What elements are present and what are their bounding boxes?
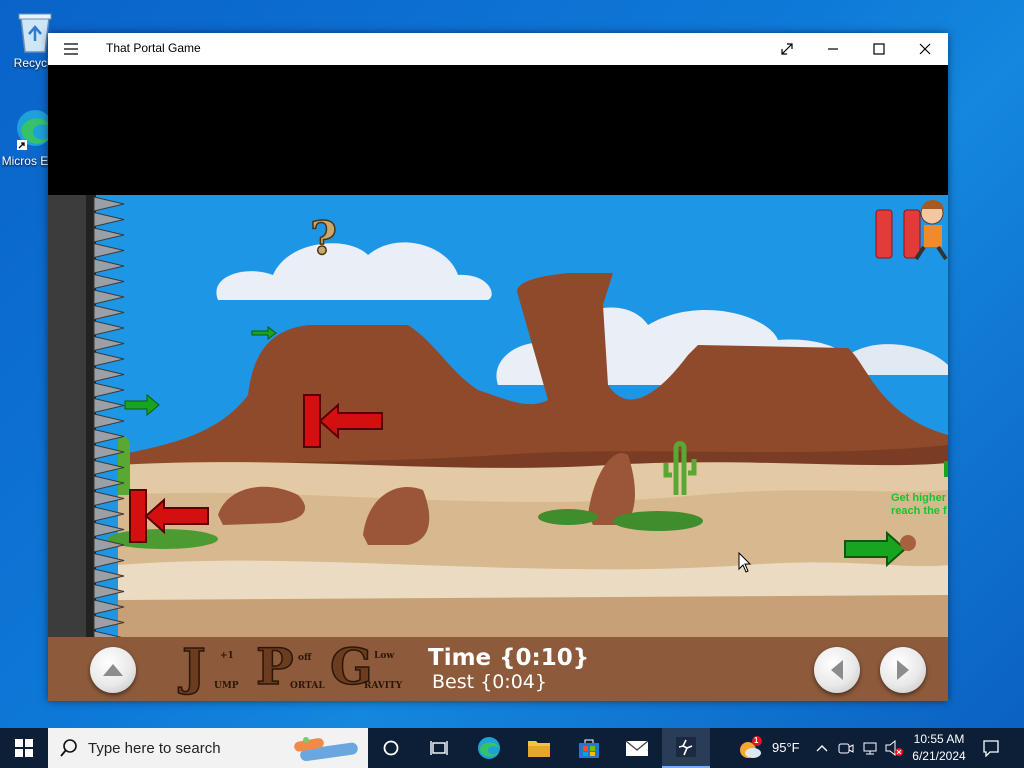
help-question-mark[interactable]: ? xyxy=(309,210,337,266)
search-icon xyxy=(60,739,77,757)
meet-now-button[interactable] xyxy=(834,728,858,768)
logo-portal-top: off xyxy=(298,653,312,663)
close-button[interactable] xyxy=(902,33,948,65)
chevron-up-icon xyxy=(816,745,828,752)
camera-icon xyxy=(838,743,854,754)
powerup-logo: J +1 UMP P off ORTAL G Low RAVITY xyxy=(178,636,418,701)
logo-gravity-top: Low xyxy=(374,651,395,661)
hint-line: reach the f xyxy=(891,505,947,517)
bush xyxy=(538,509,598,525)
game-hud: J +1 UMP P off ORTAL G Low RAVITY Time {… xyxy=(48,636,948,701)
hint-text: Get higher reach the f xyxy=(891,492,947,518)
move-left-button[interactable] xyxy=(814,647,860,693)
edge-taskbar-button[interactable] xyxy=(466,728,512,768)
maximize-button[interactable] xyxy=(856,33,902,65)
weather-temperature: 95°F xyxy=(772,740,800,755)
cortana-icon xyxy=(383,740,399,756)
logo-gravity-word: RAVITY xyxy=(364,681,403,691)
search-highlight-icon xyxy=(294,737,358,762)
app-window: That Portal Game ? Get higher reach the … xyxy=(48,33,948,701)
portal-game-taskbar-button[interactable] xyxy=(662,728,710,768)
taskbar: Type here to search 1 95°F 10:55 AM 6/21… xyxy=(0,728,1024,768)
network-icon xyxy=(863,742,877,755)
triangle-left-icon xyxy=(831,660,843,680)
volume-button[interactable] xyxy=(882,728,906,768)
cactus xyxy=(118,436,130,495)
clock-date: 6/21/2024 xyxy=(912,749,966,763)
weather-widget[interactable]: 1 95°F xyxy=(738,728,806,768)
minimize-icon xyxy=(828,48,838,50)
jump-up-button[interactable] xyxy=(90,647,136,693)
store-button[interactable] xyxy=(566,728,612,768)
task-switcher-button[interactable] xyxy=(416,728,462,768)
task-view-button[interactable] xyxy=(368,728,414,768)
task-view-icon xyxy=(430,741,448,755)
windows-logo-icon xyxy=(15,739,33,757)
fullscreen-button[interactable] xyxy=(764,33,810,65)
store-icon xyxy=(579,739,599,758)
game-canvas[interactable]: ? Get higher reach the f xyxy=(48,195,948,637)
hint-line: Get higher xyxy=(891,492,947,504)
notification-icon xyxy=(983,740,999,757)
title-bar: That Portal Game xyxy=(48,33,948,65)
mouse-cursor-icon xyxy=(738,552,752,573)
triangle-right-icon xyxy=(897,660,909,680)
folder-icon xyxy=(528,741,550,757)
spike-wall xyxy=(48,195,86,637)
portal-game-icon xyxy=(676,737,696,757)
edge-icon xyxy=(478,737,500,759)
show-hidden-icons-button[interactable] xyxy=(810,728,834,768)
weather-badge: 1 xyxy=(754,736,759,745)
mail-button[interactable] xyxy=(614,728,660,768)
logo-portal-word: ORTAL xyxy=(290,681,325,691)
search-placeholder: Type here to search xyxy=(88,740,221,757)
window-title: That Portal Game xyxy=(106,41,201,55)
mail-icon xyxy=(625,740,649,756)
best-time-label: Best {0:04} xyxy=(432,671,547,693)
network-button[interactable] xyxy=(858,728,882,768)
logo-portal-letter: P xyxy=(255,636,294,697)
clock-time: 10:55 AM xyxy=(913,732,965,746)
minimize-button[interactable] xyxy=(810,33,856,65)
logo-jump-plus: +1 xyxy=(220,651,234,661)
file-explorer-button[interactable] xyxy=(516,728,562,768)
triangle-up-icon xyxy=(103,664,123,676)
maximize-icon xyxy=(873,43,885,55)
fullscreen-icon xyxy=(781,43,793,55)
logo-jump-letter: J xyxy=(181,636,206,697)
bush xyxy=(613,511,703,531)
close-icon xyxy=(919,43,931,55)
action-center-button[interactable] xyxy=(970,728,1012,768)
clock[interactable]: 10:55 AM 6/21/2024 xyxy=(908,728,970,768)
desert-scene xyxy=(48,195,948,637)
menu-icon xyxy=(64,43,78,55)
logo-jump-word: UMP xyxy=(214,681,239,691)
volume-muted-icon xyxy=(885,740,903,756)
move-right-button[interactable] xyxy=(880,647,926,693)
start-button[interactable] xyxy=(0,728,48,768)
timer-label: Time {0:10} xyxy=(428,645,590,671)
search-box[interactable]: Type here to search xyxy=(48,728,368,768)
menu-button[interactable] xyxy=(48,33,94,65)
